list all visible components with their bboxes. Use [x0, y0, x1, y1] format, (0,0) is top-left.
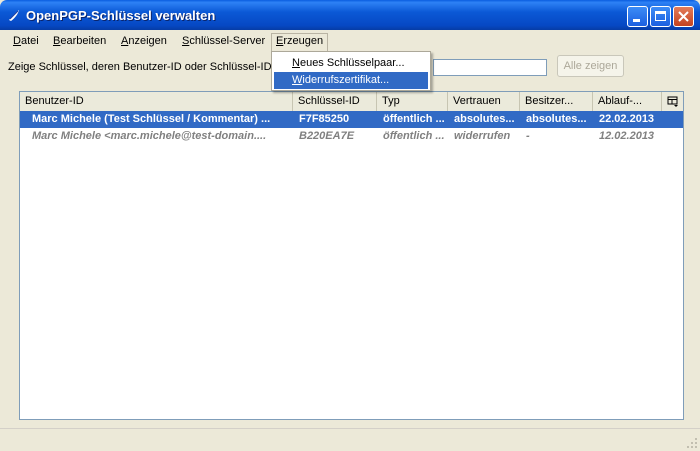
column-header-user-id[interactable]: Benutzer-ID [20, 92, 293, 111]
filter-input[interactable] [433, 59, 547, 76]
column-header-key-id[interactable]: Schlüssel-ID [293, 92, 377, 111]
main-window: OpenPGP-Schlüssel verwalten Datei Bearbe… [0, 0, 700, 450]
menu-schluessel-server[interactable]: Schlüssel-Server [178, 33, 269, 50]
key-row[interactable]: Marc Michele (Test Schlüssel / Kommentar… [20, 111, 683, 128]
column-picker-icon [667, 96, 678, 107]
menu-anzeigen[interactable]: Anzeigen [117, 33, 171, 50]
filter-label: Zeige Schlüssel, deren Benutzer-ID oder … [8, 61, 278, 73]
menu-bar: Datei Bearbeiten Anzeigen Schlüssel-Serv… [0, 30, 700, 52]
cell-key-id: F7F85250 [299, 113, 350, 125]
minimize-icon [633, 19, 640, 22]
status-bar [0, 428, 700, 451]
cell-owner-trust: absolutes... [526, 113, 587, 125]
menu-item-new-keypair[interactable]: Neues Schlüsselpaar... [274, 55, 428, 72]
title-bar[interactable]: OpenPGP-Schlüssel verwalten [0, 0, 700, 30]
menu-erzeugen[interactable]: Erzeugen [271, 33, 329, 51]
cell-trust: widerrufen [454, 130, 511, 142]
menu-datei[interactable]: Datei [9, 33, 43, 50]
show-all-button[interactable]: Alle zeigen [557, 55, 624, 77]
menu-bearbeiten[interactable]: Bearbeiten [49, 33, 110, 50]
resize-grip-icon[interactable] [686, 437, 698, 449]
cell-user-id: Marc Michele <marc.michele@test-domain..… [32, 130, 267, 142]
close-button[interactable] [673, 6, 694, 27]
menu-item-revocation-certificate[interactable]: Widerrufszertifikat... [274, 72, 428, 89]
maximize-icon [655, 11, 666, 21]
close-icon [678, 11, 689, 22]
cell-owner-trust: - [526, 130, 530, 142]
pgp-key-icon [9, 10, 19, 21]
cell-key-id: B220EA7E [299, 130, 355, 142]
column-header-owner-trust[interactable]: Besitzer... [520, 92, 593, 111]
minimize-button[interactable] [627, 6, 648, 27]
cell-expiry: 12.02.2013 [599, 130, 655, 142]
cell-type: öffentlich ... [383, 113, 445, 125]
list-header: Benutzer-ID Schlüssel-ID Typ Vertrauen B… [20, 92, 683, 112]
erzeugen-dropdown: Neues Schlüsselpaar... Widerrufszertifik… [271, 51, 431, 91]
cell-type: öffentlich ... [383, 130, 445, 142]
key-row[interactable]: Marc Michele <marc.michele@test-domain..… [20, 128, 683, 145]
cell-expiry: 22.02.2013 [599, 113, 655, 125]
column-header-type[interactable]: Typ [377, 92, 448, 111]
column-picker-button[interactable] [662, 92, 683, 111]
window-title: OpenPGP-Schlüssel verwalten [26, 8, 216, 23]
maximize-button[interactable] [650, 6, 671, 27]
column-header-expiry[interactable]: Ablauf-... [593, 92, 662, 111]
key-list[interactable]: Benutzer-ID Schlüssel-ID Typ Vertrauen B… [19, 91, 684, 420]
cell-user-id: Marc Michele (Test Schlüssel / Kommentar… [32, 113, 271, 125]
cell-trust: absolutes... [454, 113, 515, 125]
column-header-trust[interactable]: Vertrauen [448, 92, 520, 111]
